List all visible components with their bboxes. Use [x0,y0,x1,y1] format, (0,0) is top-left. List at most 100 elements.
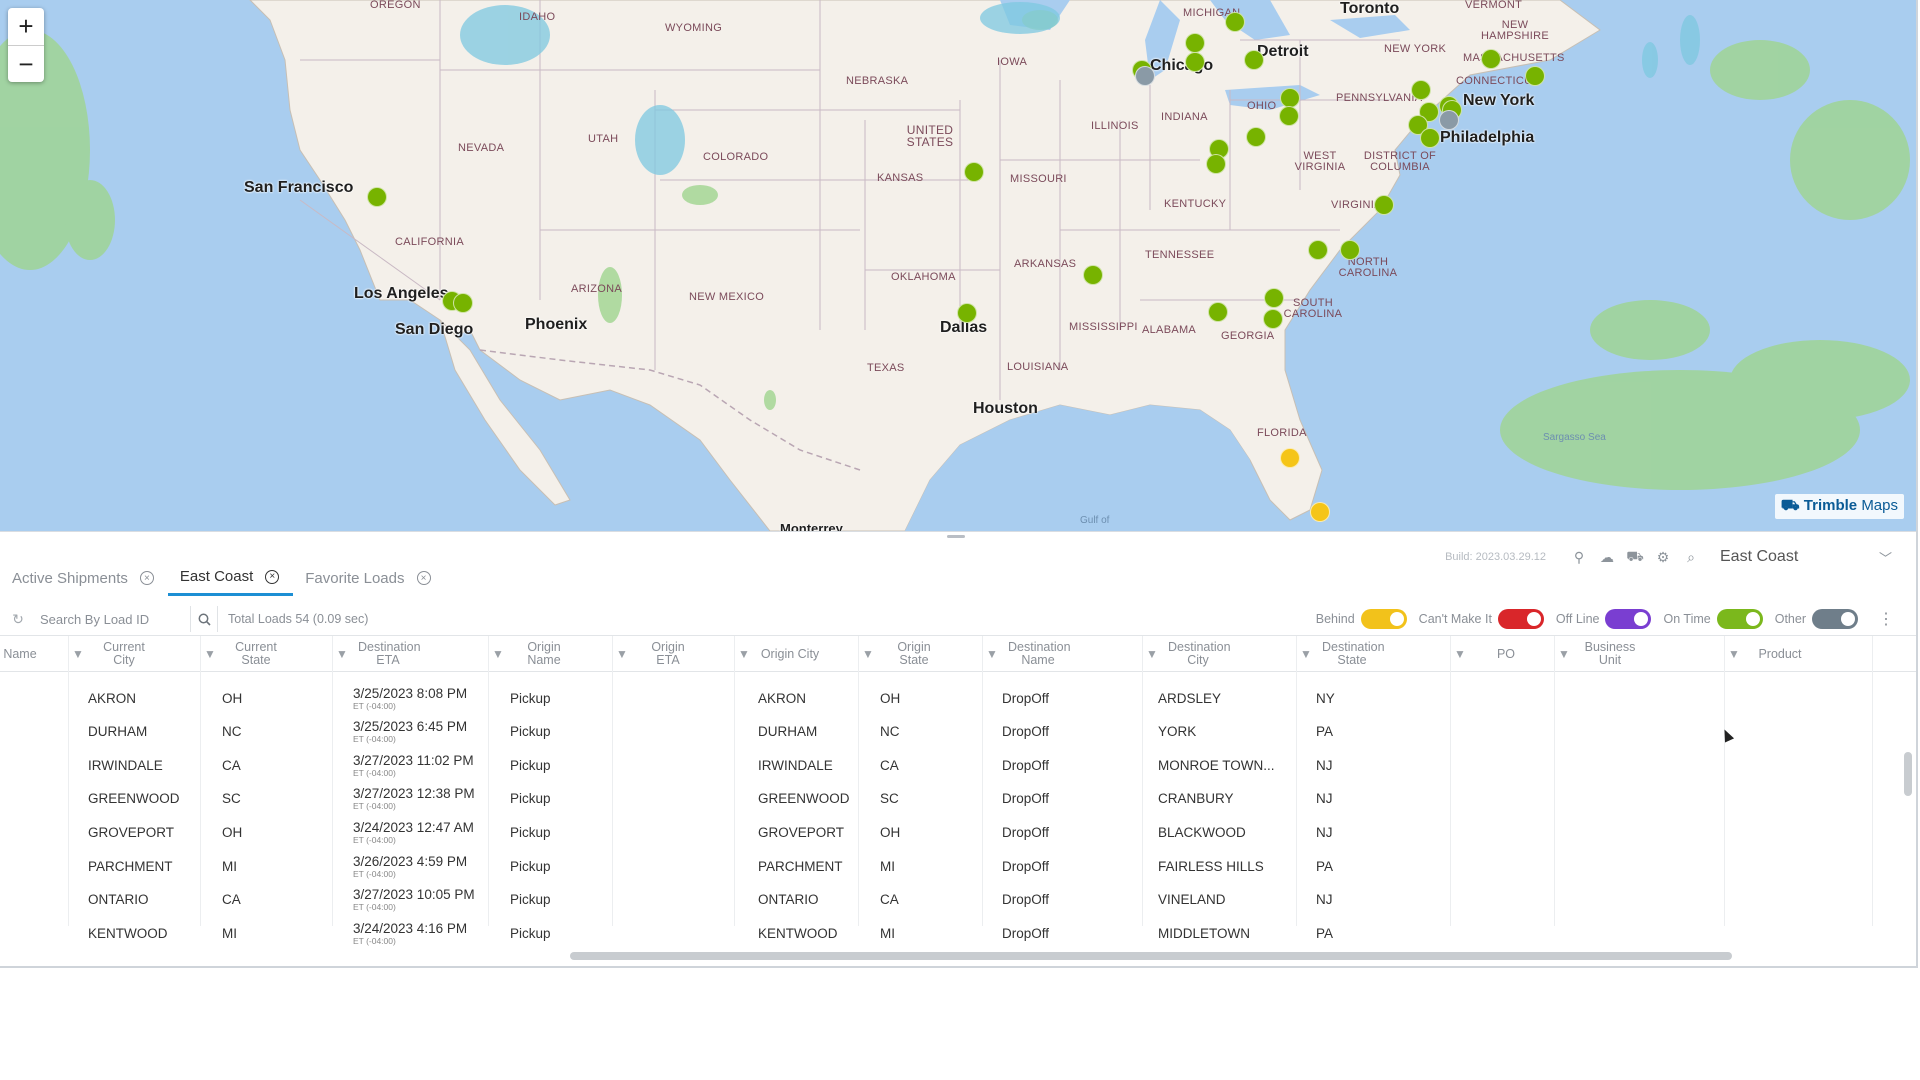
column-header[interactable]: Name [0,636,82,672]
shipment-marker[interactable] [1185,52,1205,72]
filter-icon[interactable]: ▼ [1300,648,1312,661]
shipment-marker[interactable] [1083,265,1103,285]
column-header[interactable]: ▼ Current City [72,636,204,672]
truck-icon[interactable]: ⛟ [1626,548,1644,566]
horizontal-scrollbar[interactable] [570,952,1732,960]
toggle-behind[interactable] [1360,609,1407,629]
filter-icon[interactable]: ▼ [1454,648,1466,661]
cell-dest-city: MONROE TOWN... [1158,757,1275,773]
weather-icon[interactable]: ☁ [1598,548,1616,566]
cell-dest-name: DropOff [1002,925,1050,941]
filter-icon[interactable]: ▼ [1558,648,1570,661]
shipment-marker[interactable] [1280,88,1300,108]
table-row[interactable]: DURHAM NC 3/25/2023 6:45 PM ET (-04:00) Pick… [0,715,1916,749]
table-row[interactable]: GREENWOOD SC 3/27/2023 12:38 PM ET (-04:00)… [0,782,1916,816]
shipment-marker[interactable] [1135,66,1155,86]
shipment-marker[interactable] [1525,66,1545,86]
column-header[interactable]: ▼ Origin Name [492,636,616,672]
state-label: SOUTH CAROLINA [1283,297,1343,320]
city-label-houston: Houston [973,400,1038,417]
column-header[interactable]: ▼ PO [1454,636,1558,672]
org-tree-icon[interactable]: ⚲ [1570,548,1588,566]
filter-icon[interactable]: ▼ [616,648,628,661]
toggle-cant-make-it[interactable] [1497,609,1544,629]
table-row[interactable]: GROVEPORT OH 3/24/2023 12:47 AM ET (-04:00)… [0,815,1916,849]
shipment-marker[interactable] [1185,33,1205,53]
shipment-marker[interactable] [1420,128,1440,148]
shipment-marker[interactable] [453,293,473,313]
region-select[interactable]: East Coast ﹀ [1720,544,1892,570]
column-header[interactable]: ▼ Origin ETA [616,636,740,672]
map-attribution[interactable]: ⛟ Trimble Maps [1774,494,1904,519]
more-options-icon[interactable]: ⋮ [1878,609,1894,629]
map-view[interactable]: + − Toronto Chicago Detroit New York Phi… [0,0,1916,531]
column-header[interactable]: ▼ Current State [204,636,336,672]
shipment-marker[interactable] [1225,12,1245,32]
filter-icon[interactable]: ▼ [72,648,84,661]
shipment-marker[interactable] [964,162,984,182]
table-row[interactable]: KENTWOOD MI 3/24/2023 4:16 PM ET (-04:00) Pi… [0,916,1916,947]
refresh-icon[interactable]: ↻ [10,611,26,627]
vertical-scrollbar[interactable] [1904,752,1912,796]
column-header[interactable]: ▼ Origin State [862,636,986,672]
column-header[interactable]: ▼ Destination State [1300,636,1454,672]
shipment-marker[interactable] [1308,240,1328,260]
table-row[interactable]: IRWINDALE CA 3/27/2023 11:02 PM ET (-04:00)… [0,748,1916,782]
shipment-marker[interactable] [1246,127,1266,147]
eta-timezone: ET (-04:00) [353,868,396,879]
filter-icon[interactable]: ▼ [336,648,348,661]
state-label: MISSISSIPPI [1069,321,1138,333]
shipment-marker[interactable] [1244,50,1264,70]
table-row[interactable]: AKRON OH 3/25/2023 8:08 PM ET (-04:00) Picku… [0,681,1916,715]
filter-icon[interactable]: ▼ [204,648,216,661]
cell-origin-state: CA [880,757,899,773]
shipment-marker[interactable] [1208,302,1228,322]
zoom-in-button[interactable]: + [8,8,44,45]
search-icon[interactable] [190,606,218,632]
shipment-marker[interactable] [1439,110,1459,130]
settings-icon[interactable]: ⚙ [1654,548,1672,566]
zoom-out-button[interactable]: − [8,45,44,82]
shipment-marker[interactable] [1481,49,1501,69]
toggle-off-line[interactable] [1605,609,1652,629]
shipment-marker[interactable] [1279,106,1299,126]
eta-datetime: 3/24/2023 12:47 AM [353,819,474,835]
shipment-marker[interactable] [367,187,387,207]
column-header[interactable]: ▼ Business Unit [1558,636,1728,672]
tab-bar: Active Shipments × East Coast × Favorite… [0,560,445,596]
load-search-input[interactable] [40,607,190,631]
tab-east-coast[interactable]: East Coast × [167,560,294,596]
toggle-on-time[interactable] [1716,609,1763,629]
shipment-marker[interactable] [1310,502,1330,522]
filter-icon[interactable]: ▼ [1146,648,1158,661]
column-header[interactable]: ▼ Origin City [738,636,862,672]
column-header[interactable]: ▼ Destination City [1146,636,1300,672]
tab-active-shipments[interactable]: Active Shipments × [0,560,168,596]
close-icon[interactable]: × [416,571,431,585]
filter-icon[interactable]: ▼ [1728,648,1740,661]
shipment-marker[interactable] [1340,240,1360,260]
toggle-other[interactable] [1812,609,1858,629]
shipment-marker[interactable] [1280,448,1300,468]
shipment-marker[interactable] [1264,288,1284,308]
column-header[interactable]: ▼ Destination Name [986,636,1146,672]
shipment-marker[interactable] [1263,309,1283,329]
filter-icon[interactable]: ▼ [986,648,998,661]
close-icon[interactable]: × [265,569,280,584]
filter-icon[interactable]: ▼ [738,648,750,661]
shipment-marker[interactable] [1206,154,1226,174]
filter-icon[interactable]: ▼ [492,648,504,661]
close-icon[interactable]: × [139,571,154,585]
state-label: IDAHO [519,11,556,23]
column-header[interactable]: ▼ Destination ETA [336,636,492,672]
column-header-label: PO [1496,646,1516,661]
filter-icon[interactable]: ▼ [862,648,874,661]
panel-resize-handle[interactable] [947,535,965,538]
table-row[interactable]: ONTARIO CA 3/27/2023 10:05 PM ET (-04:00) Pi… [0,883,1916,917]
table-row[interactable]: PARCHMENT MI 3/26/2023 4:59 PM ET (-04:00) P… [0,849,1916,883]
zoom-icon[interactable]: ⌕ [1682,548,1700,566]
shipment-marker[interactable] [1374,195,1394,215]
tab-favorite-loads[interactable]: Favorite Loads × [293,560,444,596]
shipment-marker[interactable] [1411,80,1431,100]
shipment-marker[interactable] [957,303,977,323]
